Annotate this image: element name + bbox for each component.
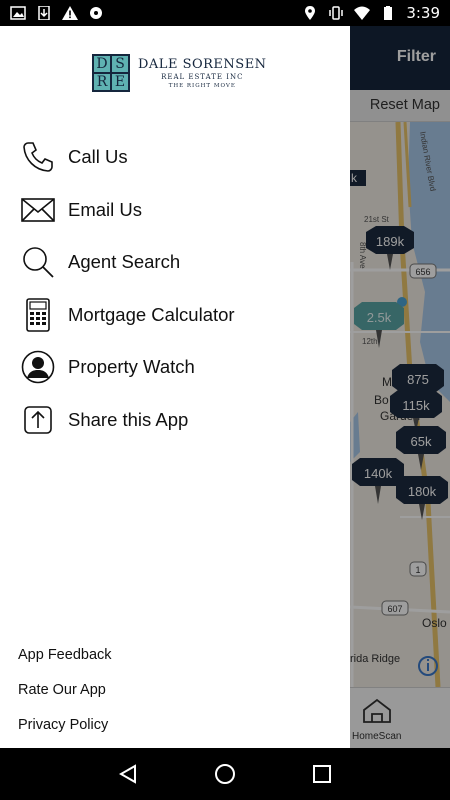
logo-letter: S xyxy=(111,55,129,73)
logo-tagline: THE RIGHT MOVE xyxy=(168,83,236,89)
street-label: 8th Ave xyxy=(358,242,367,269)
menu-item-property-watch[interactable]: Property Watch xyxy=(0,341,350,394)
status-bar: 3:39 xyxy=(0,0,450,26)
menu-item-label: Share this App xyxy=(68,408,189,430)
app-feedback-link[interactable]: App Feedback xyxy=(18,637,112,672)
share-icon xyxy=(20,402,56,438)
download-icon xyxy=(38,6,50,20)
vibrate-icon xyxy=(329,6,344,20)
menu-item-label: Email Us xyxy=(68,198,143,220)
route-shield-607: 607 xyxy=(381,600,409,616)
filter-button[interactable]: Filter xyxy=(397,48,436,66)
navigation-drawer: D S R E DALE SORENSEN REAL ESTATE INC TH… xyxy=(0,26,350,748)
svg-text:65k: 65k xyxy=(411,434,432,449)
price-marker[interactable]: 65k xyxy=(396,426,446,470)
system-nav-bar xyxy=(0,748,450,800)
svg-text:189k: 189k xyxy=(376,234,405,249)
drawer-footer: App Feedback Rate Our App Privacy Policy xyxy=(18,637,112,742)
drawer-menu: Call Us Email Us Agent Search Mortgage C… xyxy=(0,131,350,446)
status-time: 3:39 xyxy=(406,4,440,22)
location-sync-icon xyxy=(90,7,102,19)
homescan-icon[interactable] xyxy=(360,696,394,726)
homescan-tab-label[interactable]: HomeScan xyxy=(352,731,401,742)
area-label: Bo xyxy=(374,393,389,407)
person-icon xyxy=(20,349,56,385)
menu-item-email-us[interactable]: Email Us xyxy=(0,184,350,237)
logo-letter: D xyxy=(93,55,111,73)
route-shield-1: 1 xyxy=(409,561,427,577)
menu-item-label: Call Us xyxy=(68,146,128,168)
price-marker[interactable]: 189k xyxy=(366,226,414,270)
menu-item-label: Agent Search xyxy=(68,251,181,273)
location-icon xyxy=(305,6,316,20)
phone-icon xyxy=(20,139,56,175)
price-marker[interactable]: 115k xyxy=(390,390,442,432)
menu-item-mortgage-calculator[interactable]: Mortgage Calculator xyxy=(0,289,350,342)
svg-text:1: 1 xyxy=(415,565,420,575)
svg-text:k: k xyxy=(351,171,358,185)
svg-text:875: 875 xyxy=(407,372,429,387)
battery-icon xyxy=(384,6,393,20)
logo-letter: E xyxy=(111,73,129,91)
company-logo: D S R E DALE SORENSEN REAL ESTATE INC TH… xyxy=(92,54,267,92)
map-canvas: 656 1 607 Indian River Blvd 21st St 8th … xyxy=(350,122,450,687)
home-icon[interactable] xyxy=(213,762,237,786)
status-left-icons xyxy=(10,6,104,20)
svg-text:115k: 115k xyxy=(402,398,430,413)
calculator-icon xyxy=(20,297,56,333)
svg-text:140k: 140k xyxy=(364,466,393,481)
rate-app-link[interactable]: Rate Our App xyxy=(18,672,112,707)
area-label: Oslo xyxy=(422,616,447,630)
price-marker[interactable]: 180k xyxy=(396,476,448,520)
menu-item-label: Mortgage Calculator xyxy=(68,303,235,325)
svg-text:607: 607 xyxy=(387,604,402,614)
logo-company-name: DALE SORENSEN xyxy=(138,57,267,72)
street-label: 21st St xyxy=(364,215,390,224)
menu-item-call-us[interactable]: Call Us xyxy=(0,131,350,184)
status-right-icons: 3:39 xyxy=(302,4,440,22)
menu-item-agent-search[interactable]: Agent Search xyxy=(0,236,350,289)
area-label: rida Ridge xyxy=(350,653,400,665)
logo-company-sub: REAL ESTATE INC xyxy=(161,73,244,81)
logo-letter: R xyxy=(93,73,111,91)
menu-item-share-app[interactable]: Share this App xyxy=(0,394,350,447)
svg-text:656: 656 xyxy=(415,267,430,277)
svg-text:2.5k: 2.5k xyxy=(367,310,392,325)
reset-map-button[interactable]: Reset Map xyxy=(370,97,440,113)
envelope-icon xyxy=(20,192,56,228)
price-marker[interactable]: k xyxy=(350,170,366,186)
route-shield-656: 656 xyxy=(409,263,437,279)
price-marker[interactable]: 875 xyxy=(392,364,444,392)
image-icon xyxy=(10,6,26,20)
svg-text:180k: 180k xyxy=(408,484,437,499)
map-view[interactable]: 656 1 607 Indian River Blvd 21st St 8th … xyxy=(350,122,450,687)
menu-item-label: Property Watch xyxy=(68,356,195,378)
privacy-policy-link[interactable]: Privacy Policy xyxy=(18,707,112,742)
warning-icon xyxy=(62,6,78,20)
info-icon[interactable] xyxy=(418,656,438,676)
back-icon[interactable] xyxy=(116,762,140,786)
search-icon xyxy=(20,244,56,280)
logo-mark: D S R E xyxy=(92,54,130,92)
recents-icon[interactable] xyxy=(310,762,334,786)
logo-wordmark: DALE SORENSEN REAL ESTATE INC THE RIGHT … xyxy=(138,57,267,89)
street-label: 12th xyxy=(362,337,378,346)
wifi-icon xyxy=(354,6,371,20)
